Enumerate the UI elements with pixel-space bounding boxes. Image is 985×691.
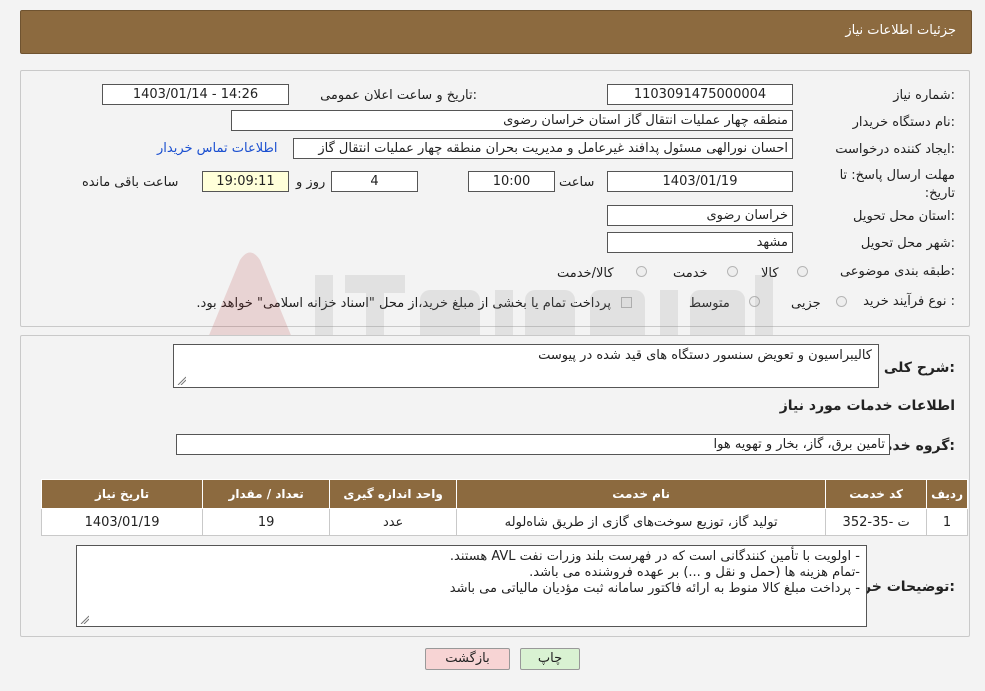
buyer-org-field: منطقه چهار عملیات انتقال گاز استان خراسا… xyxy=(231,110,793,131)
days-field: 4 xyxy=(331,171,418,192)
process-label: نوع فرآیند خرید : xyxy=(863,294,955,309)
col-header-qty: تعداد / مقدار xyxy=(202,479,331,509)
need-number-label: شماره نیاز: xyxy=(893,88,955,103)
summary-field: کالیبراسیون و تعویض سنسور دستگاه های قید… xyxy=(173,344,879,388)
creator-label: ایجاد کننده درخواست: xyxy=(835,142,955,157)
table-header-row: ردیف کد خدمت نام خدمت واحد اندازه گیری ت… xyxy=(40,479,968,509)
resize-grip-icon[interactable] xyxy=(79,614,89,624)
back-button[interactable]: بازگشت xyxy=(425,648,510,670)
city-label: شهر محل تحویل: xyxy=(860,236,955,251)
summary-text: کالیبراسیون و تعویض سنسور دستگاه های قید… xyxy=(538,348,872,363)
cell-unit: عدد xyxy=(329,508,458,536)
process-small-radio[interactable] xyxy=(836,296,847,307)
process-medium-label: متوسط xyxy=(689,296,730,311)
cell-name: تولید گاز، توزیع سوخت‌های گازی از طریق ش… xyxy=(456,508,827,536)
cell-code: ت -35-352 xyxy=(825,508,928,536)
buyer-note-line: - پرداخت مبلغ کالا منوط به ارائه فاکتور … xyxy=(449,581,860,596)
buyer-notes-field: - اولویت با تأمین کنندگانی است که در فهر… xyxy=(76,545,867,627)
col-header-date: تاریخ نیاز xyxy=(40,479,204,509)
category-goods-label: کالا xyxy=(761,266,779,281)
province-label: استان محل تحویل: xyxy=(853,209,955,224)
deadline-time-label: ساعت xyxy=(559,175,595,190)
buyer-org-label: نام دستگاه خریدار: xyxy=(852,115,955,130)
process-medium-radio[interactable] xyxy=(749,296,760,307)
resize-grip-icon[interactable] xyxy=(176,375,186,385)
col-header-row: ردیف xyxy=(926,479,968,509)
province-field: خراسان رضوی xyxy=(607,205,793,226)
category-goods-radio[interactable] xyxy=(797,266,808,277)
buyer-note-line: -تمام هزینه ها (حمل و نقل و ...) بر عهده… xyxy=(529,565,860,580)
buyer-note-line: - اولویت با تأمین کنندگانی است که در فهر… xyxy=(449,549,860,564)
services-table: ردیف کد خدمت نام خدمت واحد اندازه گیری ت… xyxy=(40,479,968,536)
cell-date: 1403/01/19 xyxy=(40,508,204,536)
print-button[interactable]: چاپ xyxy=(520,648,580,670)
treasury-payment-note: پرداخت تمام یا بخشی از مبلغ خرید،از محل … xyxy=(196,296,611,311)
deadline-date-field: 1403/01/19 xyxy=(607,171,793,192)
category-service-label: خدمت xyxy=(673,266,708,281)
treasury-payment-checkbox[interactable] xyxy=(621,297,632,308)
table-row: 1 ت -35-352 تولید گاز، توزیع سوخت‌های گا… xyxy=(40,508,968,536)
days-label: روز و xyxy=(296,175,326,190)
city-field: مشهد xyxy=(607,232,793,253)
col-header-unit: واحد اندازه گیری xyxy=(329,479,458,509)
creator-field: احسان نورالهی مسئول پدافند غیرعامل و مدی… xyxy=(293,138,793,159)
group-field: تامین برق، گاز، بخار و تهویه هوا xyxy=(176,434,890,455)
col-header-name: نام خدمت xyxy=(456,479,827,509)
announce-label: تاریخ و ساعت اعلان عمومی: xyxy=(320,88,477,103)
buyer-contact-link[interactable]: اطلاعات تماس خریدار xyxy=(157,141,277,156)
page-title: جزئیات اطلاعات نیاز xyxy=(845,23,956,38)
remaining-label: ساعت باقی مانده xyxy=(82,175,179,190)
deadline-time-field: 10:00 xyxy=(468,171,555,192)
cell-row: 1 xyxy=(926,508,968,536)
category-label: طبقه بندی موضوعی: xyxy=(839,264,955,279)
col-header-code: کد خدمت xyxy=(825,479,928,509)
services-title: اطلاعات خدمات مورد نیاز xyxy=(779,398,955,414)
announce-field: 1403/01/14 - 14:26 xyxy=(102,84,289,105)
remaining-time-field: 19:09:11 xyxy=(202,171,289,192)
request-info-panel: شماره نیاز: 1103091475000004 تاریخ و ساع… xyxy=(20,70,970,327)
process-small-label: جزیی xyxy=(791,296,821,311)
deadline-label: مهلت ارسال پاسخ: تا تاریخ: xyxy=(839,168,955,201)
category-both-label: کالا/خدمت xyxy=(557,266,614,281)
category-service-radio[interactable] xyxy=(727,266,738,277)
category-both-radio[interactable] xyxy=(636,266,647,277)
need-number-field: 1103091475000004 xyxy=(607,84,793,105)
cell-qty: 19 xyxy=(202,508,331,536)
page-header: جزئیات اطلاعات نیاز xyxy=(20,10,972,54)
details-panel: شرح کلی نیاز: کالیبراسیون و تعویض سنسور … xyxy=(20,335,970,637)
